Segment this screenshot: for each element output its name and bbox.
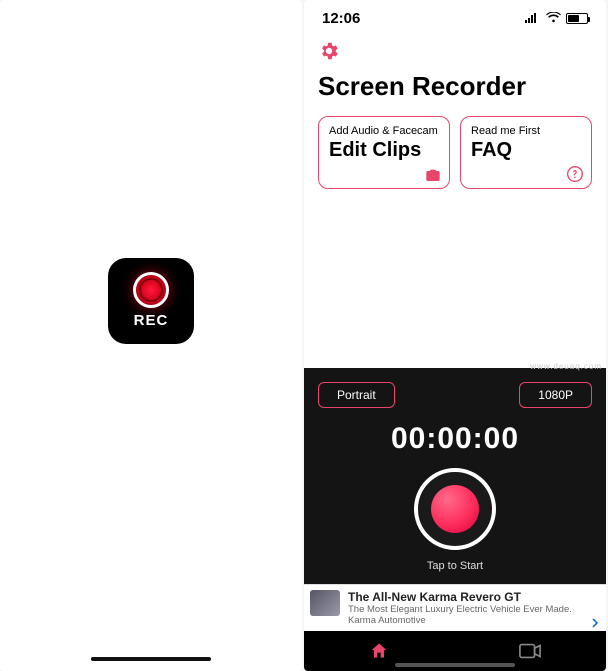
ad-title: The All-New Karma Revero GT — [348, 590, 598, 604]
status-bar: 12:06 — [304, 0, 606, 36]
card-title: Edit Clips — [329, 139, 439, 162]
card-subtitle: Read me First — [471, 125, 581, 137]
page-title: Screen Recorder — [304, 69, 606, 112]
gear-icon — [318, 40, 340, 62]
ad-subtitle: The Most Elegant Luxury Electric Vehicle… — [348, 604, 598, 626]
record-caption: Tap to Start — [427, 560, 483, 572]
ad-banner[interactable]: The All-New Karma Revero GT The Most Ele… — [304, 584, 606, 631]
action-cards-row: Add Audio & Facecam Edit Clips Read me F… — [304, 112, 606, 193]
spacer — [304, 193, 606, 368]
wifi-icon — [546, 10, 561, 27]
record-icon — [133, 272, 169, 308]
right-app-screen: 12:06 Screen Recorder Add Audio & Faceca… — [304, 0, 606, 671]
cellular-icon — [525, 13, 541, 23]
tab-home[interactable] — [369, 641, 389, 661]
battery-icon — [566, 13, 588, 24]
status-time: 12:06 — [322, 10, 360, 27]
timer-display: 00:00:00 — [391, 422, 519, 456]
left-splash-screen: REC — [0, 0, 302, 671]
top-toolbar — [304, 36, 606, 69]
record-button[interactable] — [414, 468, 496, 550]
home-icon — [369, 641, 389, 661]
edit-clips-card[interactable]: Add Audio & Facecam Edit Clips — [318, 116, 450, 189]
app-icon: REC — [108, 258, 194, 344]
faq-card[interactable]: Read me First FAQ — [460, 116, 592, 189]
settings-button[interactable] — [318, 49, 340, 66]
orientation-button[interactable]: Portrait — [318, 382, 395, 408]
ad-thumbnail — [310, 590, 340, 616]
help-icon — [567, 166, 583, 182]
record-icon — [431, 485, 479, 533]
recorder-options-row: Portrait 1080P — [318, 382, 592, 408]
watermark: www.deuaq.com — [530, 362, 602, 371]
camera-icon — [425, 168, 441, 182]
quality-button[interactable]: 1080P — [519, 382, 592, 408]
video-icon — [519, 643, 541, 659]
tab-videos[interactable] — [519, 643, 541, 659]
card-title: FAQ — [471, 139, 581, 162]
app-icon-label: REC — [134, 312, 169, 329]
status-icons — [525, 10, 588, 27]
home-indicator — [91, 657, 211, 661]
card-subtitle: Add Audio & Facecam — [329, 125, 439, 137]
home-indicator — [395, 663, 515, 667]
recorder-panel: Portrait 1080P 00:00:00 Tap to Start — [304, 368, 606, 584]
ad-choices-icon[interactable] — [592, 618, 602, 628]
